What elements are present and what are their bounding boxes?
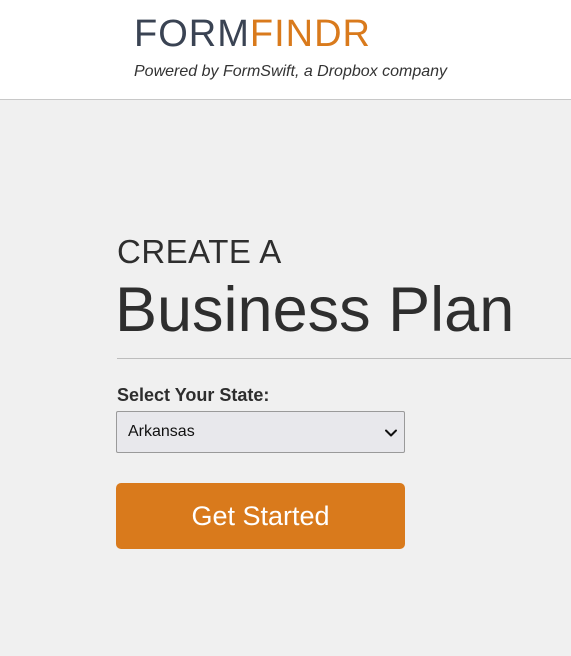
divider bbox=[117, 358, 571, 359]
page-title: Business Plan bbox=[115, 275, 515, 345]
get-started-button[interactable]: Get Started bbox=[116, 483, 405, 549]
tagline: Powered by FormSwift, a Dropbox company bbox=[134, 63, 448, 80]
site-header: FORMFINDR Powered by FormSwift, a Dropbo… bbox=[0, 0, 571, 100]
logo-text-findr: FINDR bbox=[249, 13, 371, 55]
state-select-value: Arkansas bbox=[128, 423, 195, 440]
page-kicker: CREATE A bbox=[117, 233, 282, 270]
chevron-down-icon bbox=[385, 429, 397, 437]
logo-text-form: FORM bbox=[134, 13, 250, 55]
state-select[interactable]: Arkansas bbox=[116, 411, 405, 453]
state-select-label: Select Your State: bbox=[117, 385, 270, 405]
formfindr-logo[interactable]: FORMFINDR bbox=[134, 14, 371, 54]
